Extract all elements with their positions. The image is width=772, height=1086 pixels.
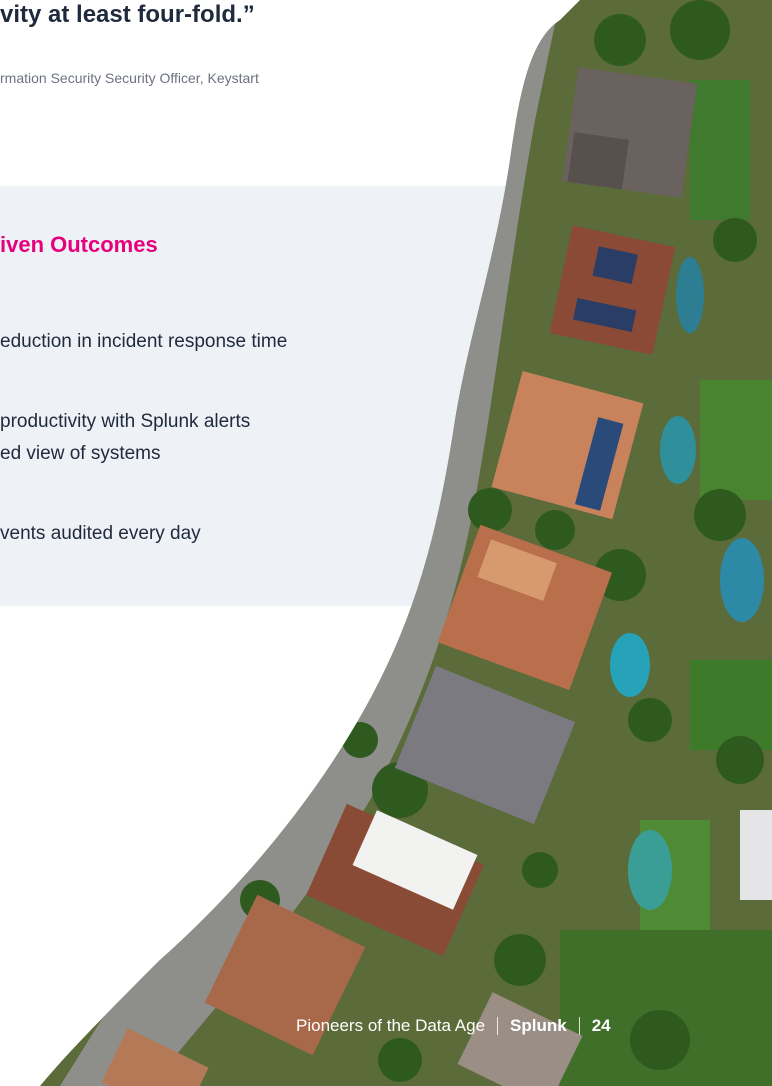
page: vity at least four-fold.” rmation Securi… [0,0,772,1086]
brand-name: Splunk [510,1016,567,1035]
page-footer: Pioneers of the Data Age Splunk 24 [296,1014,611,1038]
footer-divider [578,1017,580,1035]
publication-title: Pioneers of the Data Age [296,1016,486,1035]
aerial-neighborhood-photo [40,0,772,1086]
footer-divider [497,1017,499,1035]
page-number: 24 [591,1016,611,1035]
